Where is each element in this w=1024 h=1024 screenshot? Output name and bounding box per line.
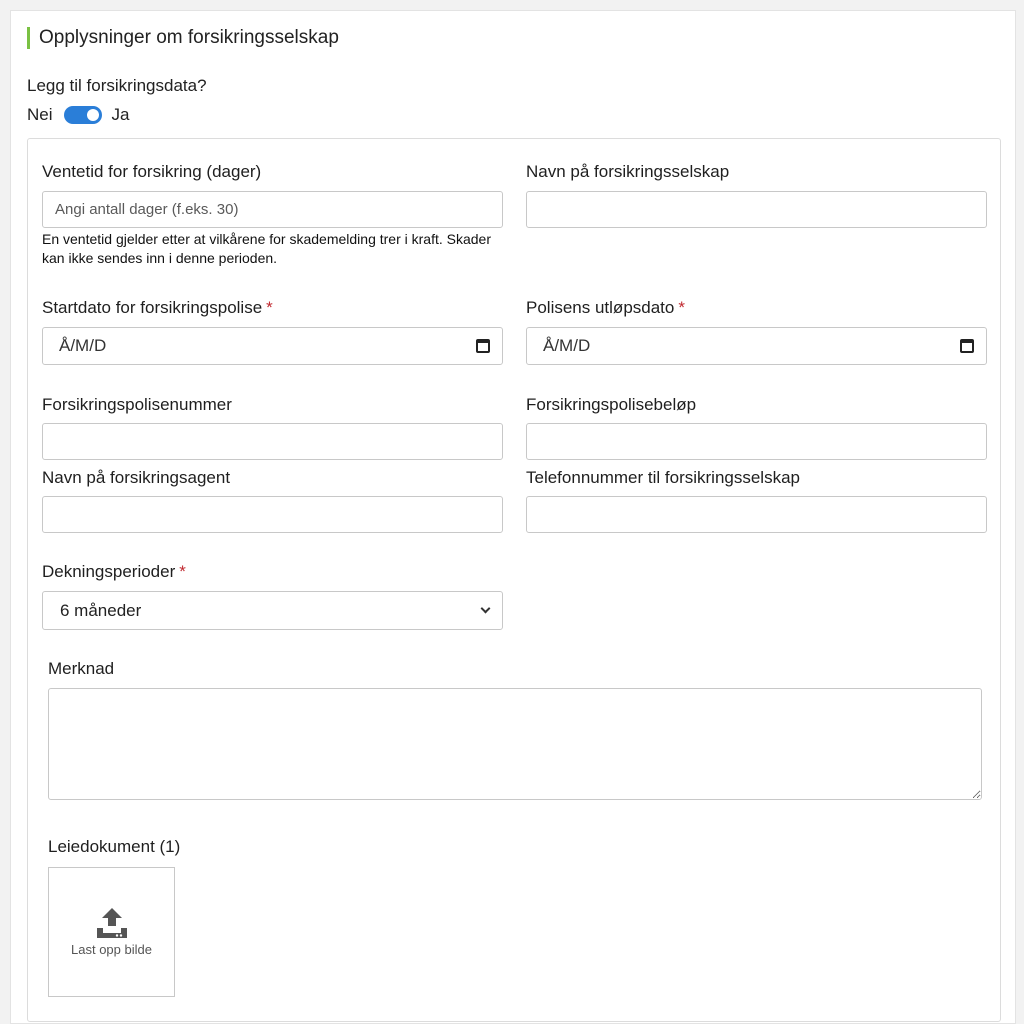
required-marker: *	[266, 298, 273, 317]
calendar-icon[interactable]	[476, 339, 490, 353]
policy-amount-label: Forsikringspolisebeløp	[526, 395, 697, 414]
upload-label: Last opp bilde	[71, 942, 152, 957]
company-phone-label: Telefonnummer til forsikringsselskap	[526, 468, 800, 487]
add-insurance-question: Legg til forsikringsdata?	[27, 76, 207, 95]
expiry-date-label: Polisens utløpsdato *	[526, 298, 685, 318]
policy-amount-input[interactable]	[526, 423, 987, 460]
insurance-card: Opplysninger om forsikringsselskap Legg …	[10, 10, 1016, 1024]
required-marker: *	[179, 562, 186, 581]
expiry-date-input[interactable]: Å/M/D	[526, 327, 987, 365]
waiting-period-input[interactable]	[42, 191, 503, 228]
lease-document-label: Leiedokument (1)	[48, 837, 181, 856]
start-date-label: Startdato for forsikringspolise *	[42, 298, 273, 318]
expiry-date-placeholder: Å/M/D	[543, 336, 591, 355]
upload-image-button[interactable]: Last opp bilde	[48, 867, 175, 997]
company-phone-input[interactable]	[526, 496, 987, 533]
insurance-toggle[interactable]	[63, 106, 102, 124]
company-name-label: Navn på forsikringsselskap	[526, 162, 730, 181]
policy-number-label: Forsikringspolisenummer	[42, 395, 232, 414]
coverage-selected-value: 6 måneder	[60, 600, 142, 620]
section-title: Opplysninger om forsikringsselskap	[27, 27, 339, 49]
agent-name-input[interactable]	[42, 496, 503, 533]
required-marker: *	[678, 298, 685, 317]
waiting-period-help: En ventetid gjelder etter at vilkårene f…	[42, 231, 491, 266]
upload-icon	[97, 908, 127, 938]
coverage-label: Dekningsperioder *	[42, 562, 186, 582]
toggle-on-label: Ja	[111, 105, 130, 124]
waiting-period-label: Ventetid for forsikring (dager)	[42, 162, 262, 181]
chevron-down-icon	[480, 603, 491, 614]
start-date-input[interactable]: Å/M/D	[42, 327, 503, 365]
remark-textarea[interactable]	[48, 688, 982, 800]
insurance-form-panel: Ventetid for forsikring (dager) En vente…	[27, 138, 1001, 1022]
calendar-icon[interactable]	[960, 339, 974, 353]
start-date-placeholder: Å/M/D	[59, 336, 107, 355]
toggle-knob	[86, 109, 99, 121]
toggle-off-label: Nei	[27, 105, 53, 124]
insurance-toggle-row: Nei Ja	[27, 105, 129, 125]
company-name-input[interactable]	[526, 191, 987, 228]
remark-label: Merknad	[48, 659, 115, 678]
agent-name-label: Navn på forsikringsagent	[42, 468, 231, 487]
policy-number-input[interactable]	[42, 423, 503, 460]
expiry-date-label-text: Polisens utløpsdato	[526, 298, 675, 317]
coverage-select[interactable]: 6 måneder	[42, 591, 503, 630]
coverage-label-text: Dekningsperioder	[42, 562, 176, 581]
start-date-label-text: Startdato for forsikringspolise	[42, 298, 263, 317]
